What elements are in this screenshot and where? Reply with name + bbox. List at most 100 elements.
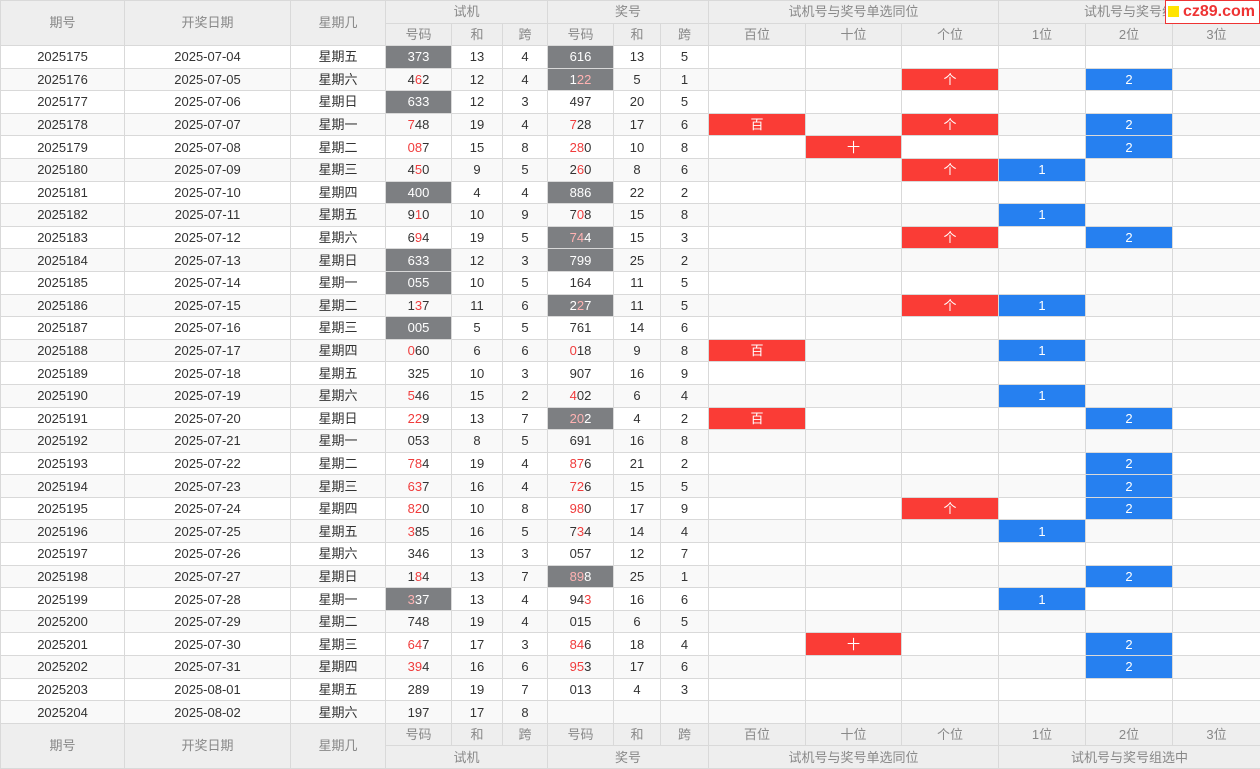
table-row: 2025198 2025-07-27 星期日 184 13 7 898 25 1 2	[0, 564, 1260, 589]
prize-code-cell: 728	[547, 112, 615, 137]
hit-ten-cell	[805, 700, 903, 724]
issue-cell: 2025183	[0, 225, 125, 250]
code-digit: 0	[407, 343, 415, 359]
trial-span-cell: 7	[501, 677, 549, 702]
hit-unit-cell	[901, 180, 1000, 205]
issue-cell: 2025175	[0, 45, 125, 69]
hit-hundred-cell	[708, 496, 807, 521]
code-digit: 2	[569, 139, 577, 155]
combo-2-cell: 2	[1085, 225, 1174, 250]
sub-trial-span: 跨	[501, 23, 549, 46]
prize-span-cell: 2	[660, 180, 710, 205]
trial-code-cell: 087	[385, 135, 452, 159]
prize-span-cell: 5	[660, 609, 710, 634]
combo-3-cell	[1172, 700, 1260, 724]
hit-hundred-cell	[708, 609, 807, 634]
trial-sum-cell: 16	[451, 474, 503, 498]
combo-3-cell	[1172, 677, 1260, 702]
weekday-cell: 星期二	[290, 451, 386, 476]
hit-ten-cell	[805, 519, 903, 544]
hit-unit-cell	[901, 338, 1000, 363]
group-prize-header: 奖号	[547, 0, 710, 24]
date-cell: 2025-07-10	[124, 180, 291, 205]
hit-ten-cell	[805, 180, 903, 205]
hit-ten-cell	[805, 157, 903, 182]
hit-ten-cell	[805, 270, 903, 295]
col-date-header[interactable]: 开奖日期	[124, 0, 291, 46]
trial-code-cell: 346	[385, 542, 452, 566]
code-digit: 1	[407, 704, 415, 720]
combo-1-cell	[998, 180, 1087, 205]
site-watermark[interactable]: cz89.com	[1164, 0, 1260, 24]
prize-sum-cell: 15	[613, 474, 662, 498]
hit-ten-cell	[805, 655, 903, 679]
weekday-cell: 星期二	[290, 609, 386, 634]
combo-2-cell: 2	[1085, 496, 1174, 521]
code-digit: 6	[584, 636, 592, 652]
hit-unit-cell	[901, 361, 1000, 385]
trial-code-cell: 197	[385, 700, 452, 724]
combo-1-cell: 1	[998, 293, 1087, 318]
trial-sum-cell: 16	[451, 655, 503, 679]
code-digit: 9	[407, 207, 415, 223]
hit-unit-cell: 个	[901, 496, 1000, 521]
prize-span-cell: 3	[660, 225, 710, 250]
code-digit: 3	[407, 365, 415, 381]
hit-hundred-cell	[708, 383, 807, 408]
code-digit: 0	[422, 184, 430, 200]
weekday-cell: 星期四	[290, 338, 386, 363]
trial-sum-cell: 11	[451, 293, 503, 318]
issue-cell: 2025190	[0, 383, 125, 408]
prize-span-cell: 4	[660, 519, 710, 544]
sub-combo-3: 3位	[1172, 23, 1260, 46]
hit-hundred-cell	[708, 293, 807, 318]
weekday-cell: 星期一	[290, 587, 386, 611]
prize-sum-cell: 25	[613, 248, 662, 272]
prize-sum-cell: 15	[613, 225, 662, 250]
trial-span-cell: 7	[501, 564, 549, 589]
code-digit: 2	[407, 410, 415, 426]
weekday-cell: 星期日	[290, 406, 386, 431]
prize-sum-cell: 4	[613, 677, 662, 702]
hit-unit-cell	[901, 451, 1000, 476]
prize-code-cell: 497	[547, 90, 615, 114]
prize-code-cell: 953	[547, 655, 615, 679]
code-digit: 4	[422, 230, 430, 246]
col-weekday-header[interactable]: 星期几	[290, 0, 386, 46]
foot-group-combo: 试机号与奖号组选中	[998, 745, 1260, 769]
trial-span-cell: 4	[501, 474, 549, 498]
weekday-cell: 星期三	[290, 316, 386, 340]
combo-3-cell	[1172, 361, 1260, 385]
combo-1-cell	[998, 700, 1087, 724]
hit-ten-cell	[805, 45, 903, 69]
foot-date: 开奖日期	[124, 722, 291, 769]
code-digit: 6	[569, 433, 577, 449]
hit-unit-cell	[901, 655, 1000, 679]
code-digit: 2	[584, 388, 592, 404]
trial-sum-cell: 19	[451, 609, 503, 634]
combo-1-cell: 1	[998, 383, 1087, 408]
weekday-cell: 星期四	[290, 496, 386, 521]
code-digit: 8	[569, 568, 577, 584]
prize-span-cell: 5	[660, 45, 710, 69]
date-cell: 2025-07-09	[124, 157, 291, 182]
combo-1-cell	[998, 45, 1087, 69]
col-issue-header[interactable]: 期号	[0, 0, 125, 46]
trial-sum-cell: 10	[451, 361, 503, 385]
prize-code-cell: 015	[547, 609, 615, 634]
trial-span-cell: 3	[501, 248, 549, 272]
code-digit: 7	[422, 591, 430, 607]
prize-sum-cell: 11	[613, 270, 662, 295]
combo-2-cell	[1085, 383, 1174, 408]
code-digit: 5	[407, 388, 415, 404]
combo-2-cell	[1085, 45, 1174, 69]
hit-hundred-cell	[708, 429, 807, 453]
prize-code-cell: 280	[547, 135, 615, 159]
trial-sum-cell: 12	[451, 248, 503, 272]
code-digit: 3	[422, 252, 430, 268]
prize-code-cell: 616	[547, 45, 615, 69]
combo-2-cell	[1085, 677, 1174, 702]
prize-span-cell	[660, 700, 710, 724]
combo-2-cell	[1085, 338, 1174, 363]
combo-2-cell	[1085, 180, 1174, 205]
